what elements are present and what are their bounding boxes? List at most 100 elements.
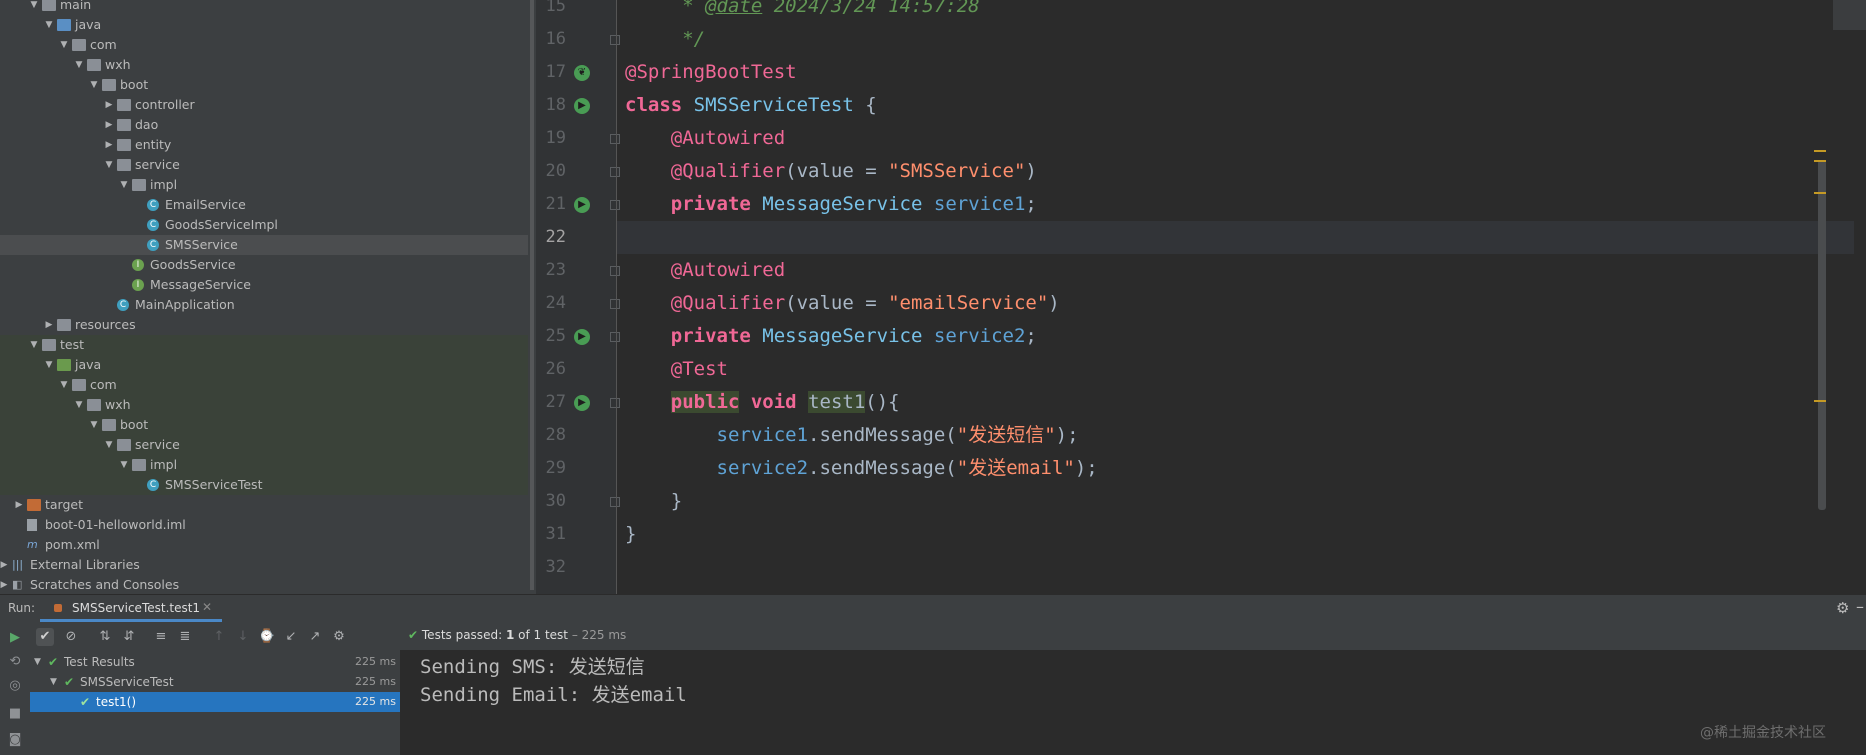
tree-item-goodsservice[interactable]: I GoodsService (0, 255, 528, 275)
collapse-arrow-icon[interactable]: ▼ (88, 75, 100, 95)
next-failed-icon[interactable]: ↓ (234, 628, 252, 646)
stop-icon[interactable]: ■ (7, 706, 23, 722)
close-tab-icon[interactable]: ✕ (202, 600, 212, 614)
tree-item-goodsserviceimpl[interactable]: C GoodsServiceImpl (0, 215, 528, 235)
tree-item-messageservice[interactable]: I MessageService (0, 275, 528, 295)
fold-marker-icon[interactable] (610, 35, 620, 45)
tree-item-boot[interactable]: ▼ boot (0, 75, 528, 95)
hide-panel-icon[interactable]: – (1856, 597, 1864, 616)
fold-marker-icon[interactable] (610, 299, 620, 309)
collapse-arrow-icon[interactable]: ▼ (34, 652, 41, 672)
fold-marker-icon[interactable] (610, 332, 620, 342)
tree-item-controller[interactable]: ▶ controller (0, 95, 528, 115)
settings-icon[interactable]: ⚙ (330, 628, 348, 646)
tree-item-external-libraries[interactable]: ▶ ||| External Libraries (0, 555, 528, 575)
show-ignored-icon[interactable]: ⊘ (62, 628, 80, 646)
gear-icon[interactable]: ⚙ (1836, 599, 1849, 617)
run-tab[interactable]: SMSServiceTest.test1 ✕ (40, 595, 222, 622)
fold-marker-icon[interactable] (610, 266, 620, 276)
editor-vertical-scrollbar[interactable] (1818, 160, 1826, 510)
warning-marker[interactable] (1814, 192, 1826, 194)
import-tests-icon[interactable]: ↙ (282, 628, 300, 646)
tree-item-java[interactable]: ▼ java (0, 15, 528, 35)
warning-marker[interactable] (1814, 160, 1826, 162)
export-results-icon[interactable]: ↗ (306, 628, 324, 646)
spring-bean-icon[interactable]: ❦ (574, 65, 590, 81)
test-result-row[interactable]: ▼ ✔ SMSServiceTest 225 ms (30, 672, 400, 692)
screenshot-icon[interactable]: ◙ (7, 732, 23, 748)
code-editor[interactable]: 15 16 17 ❦ 18 ▶ 19 20 21 ▶ 22 23 24 25 ▶ 26 27 ▶ 28 29 30 31 3… (536, 0, 1866, 594)
expand-arrow-icon[interactable]: ▶ (103, 115, 115, 135)
fold-marker-icon[interactable] (610, 134, 620, 144)
collapse-all-icon[interactable]: ≣ (176, 628, 194, 646)
sort-alphabetically-icon[interactable]: ⇅ (96, 628, 114, 646)
tree-item-java[interactable]: ▼ java (0, 355, 528, 375)
tree-item-mainapplication[interactable]: C MainApplication (0, 295, 528, 315)
collapse-arrow-icon[interactable]: ▼ (118, 175, 130, 195)
tree-item-service[interactable]: ▼ service (0, 435, 528, 455)
collapse-arrow-icon[interactable]: ▼ (58, 35, 70, 55)
tree-item-dao[interactable]: ▶ dao (0, 115, 528, 135)
tree-item-main[interactable]: ▼ main (0, 0, 528, 15)
run-test-gutter-icon[interactable]: ▶ (574, 395, 590, 411)
tree-item-impl[interactable]: ▼ impl (0, 175, 528, 195)
fold-marker-icon[interactable] (610, 398, 620, 408)
splitter-grip[interactable] (530, 0, 534, 590)
expand-all-icon[interactable]: ≡ (152, 628, 170, 646)
tree-item-emailservice[interactable]: C EmailService (0, 195, 528, 215)
tree-item-test[interactable]: ▼ test (0, 335, 528, 355)
expand-arrow-icon[interactable]: ▶ (103, 95, 115, 115)
warning-marker[interactable] (1814, 150, 1826, 152)
toggle-auto-test-icon[interactable]: ◎ (7, 678, 23, 694)
tree-item-smsservicetest[interactable]: C SMSServiceTest (0, 475, 528, 495)
fold-marker-icon[interactable] (610, 497, 620, 507)
collapse-arrow-icon[interactable]: ▼ (50, 672, 57, 692)
collapse-arrow-icon[interactable]: ▼ (103, 155, 115, 175)
collapse-arrow-icon[interactable]: ▼ (43, 15, 55, 35)
expand-arrow-icon[interactable]: ▶ (103, 135, 115, 155)
run-test-gutter-icon[interactable]: ▶ (574, 98, 590, 114)
expand-arrow-icon[interactable]: ▶ (13, 495, 25, 515)
tree-item-wxh[interactable]: ▼ wxh (0, 55, 528, 75)
rerun-icon[interactable]: ▶ (7, 630, 23, 646)
rerun-failed-icon[interactable]: ⟲ (7, 654, 23, 670)
run-test-gutter-icon[interactable]: ▶ (574, 329, 590, 345)
previous-failed-icon[interactable]: ↑ (210, 628, 228, 646)
tree-item-impl[interactable]: ▼ impl (0, 455, 528, 475)
collapse-arrow-icon[interactable]: ▼ (73, 395, 85, 415)
fold-marker-icon[interactable] (610, 167, 620, 177)
panel-splitter[interactable] (528, 0, 536, 594)
tree-item-service[interactable]: ▼ service (0, 155, 528, 175)
expand-arrow-icon[interactable]: ▶ (43, 315, 55, 335)
tree-item-entity[interactable]: ▶ entity (0, 135, 528, 155)
tree-item-com[interactable]: ▼ com (0, 375, 528, 395)
collapse-arrow-icon[interactable]: ▼ (88, 415, 100, 435)
sort-by-duration-icon[interactable]: ⇵ (120, 628, 138, 646)
test-result-row[interactable]: ▼ ✔ Test Results 225 ms (30, 652, 400, 672)
tree-item-target[interactable]: ▶ target (0, 495, 528, 515)
test-history-icon[interactable]: ⌚ (258, 628, 276, 646)
tree-item-wxh[interactable]: ▼ wxh (0, 395, 528, 415)
tree-item-pom-xml[interactable]: m pom.xml (0, 535, 528, 555)
collapse-arrow-icon[interactable]: ▼ (43, 355, 55, 375)
tree-item-com[interactable]: ▼ com (0, 35, 528, 55)
run-test-gutter-icon[interactable]: ▶ (574, 197, 590, 213)
expand-arrow-icon[interactable]: ▶ (0, 575, 10, 594)
collapse-arrow-icon[interactable]: ▼ (73, 55, 85, 75)
collapse-arrow-icon[interactable]: ▼ (28, 0, 40, 15)
collapse-arrow-icon[interactable]: ▼ (28, 335, 40, 355)
show-passed-icon[interactable]: ✔ (36, 628, 54, 646)
test-result-row[interactable]: ✔ test1() 225 ms (30, 692, 400, 712)
collapse-arrow-icon[interactable]: ▼ (58, 375, 70, 395)
tree-item-boot[interactable]: ▼ boot (0, 415, 528, 435)
tree-item-resources[interactable]: ▶ resources (0, 315, 528, 335)
tree-item-smsservice[interactable]: C SMSService (0, 235, 528, 255)
collapse-arrow-icon[interactable]: ▼ (118, 455, 130, 475)
tree-item-boot-01-helloworld-iml[interactable]: boot-01-helloworld.iml (0, 515, 528, 535)
editor-inspection-widget[interactable] (1833, 0, 1866, 30)
warning-marker[interactable] (1814, 400, 1826, 402)
console-output[interactable]: Sending SMS: 发送短信 Sending Email: 发送email (400, 650, 1866, 755)
fold-marker-icon[interactable] (610, 200, 620, 210)
tree-item-scratches-and-consoles[interactable]: ▶ ◧ Scratches and Consoles (0, 575, 528, 594)
expand-arrow-icon[interactable]: ▶ (0, 555, 10, 575)
